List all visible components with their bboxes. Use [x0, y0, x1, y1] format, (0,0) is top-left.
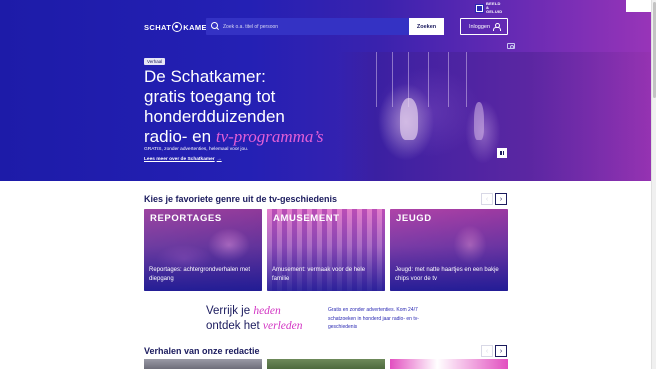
hero-title-line: honderdduizenden: [144, 107, 285, 126]
genre-card-jeugd[interactable]: JEUGD Jeugd: met natte haartjes en een b…: [390, 209, 508, 291]
hero-subtitle: GRATIS, zonder advertenties, helemaal vo…: [144, 147, 249, 152]
story-card[interactable]: [267, 359, 385, 369]
card-description: Reportages: achtergrondverhalen met diep…: [149, 267, 251, 282]
arrow-right-icon: →: [216, 156, 222, 162]
promo-description: Gratis en zonder advertenties. Kom 24/7 …: [328, 307, 419, 330]
card-tag: REPORTAGES: [150, 213, 222, 224]
read-more-link[interactable]: Lees meer over de Schatkamer →: [144, 156, 222, 162]
story-card[interactable]: [390, 359, 508, 369]
hero-title-line: gratis toegang tot: [144, 87, 276, 106]
pause-button[interactable]: [497, 148, 507, 158]
promo-accent: heden: [253, 305, 281, 317]
genres-carousel-nav: ‹ ›: [481, 193, 507, 205]
chevron-right-icon: ›: [499, 195, 503, 203]
category-badge: Verhaal: [144, 58, 166, 65]
hero-title: De Schatkamer: gratis toegang tot honder…: [144, 67, 354, 147]
login-label: Inloggen: [468, 23, 491, 30]
hero-title-line: De Schatkamer:: [144, 67, 266, 86]
carousel-next-button[interactable]: ›: [495, 193, 507, 205]
genres-heading: Kies je favoriete genre uit de tv-geschi…: [144, 194, 338, 204]
genre-card-reportages[interactable]: REPORTAGES Reportages: achtergrondverhal…: [144, 209, 262, 291]
page-scrollbar[interactable]: [651, 0, 656, 369]
stories-carousel-nav: ‹ ›: [481, 345, 507, 357]
promo-heading: Verrijk je heden ontdek het verleden: [206, 304, 303, 334]
story-card[interactable]: [144, 359, 262, 369]
pause-icon: [502, 151, 504, 155]
dancer-figure: [400, 98, 418, 140]
user-icon: [493, 23, 502, 31]
card-description: Jeugd: met natte haartjes en een bakje c…: [395, 267, 499, 282]
card-tag: AMUSEMENT: [273, 213, 340, 224]
carousel-prev-button[interactable]: ‹: [481, 345, 493, 357]
pause-icon: [500, 151, 502, 155]
search-input[interactable]: [223, 23, 409, 30]
search-bar: Zoeken: [206, 18, 444, 35]
brand-text-left: SCHAT: [144, 22, 172, 32]
card-tag: JEUGD: [396, 213, 432, 224]
dancer-figure: [474, 102, 484, 140]
carousel-next-button[interactable]: ›: [495, 345, 507, 357]
genre-card-amusement[interactable]: AMUSEMENT Amusement: vermaak voor de hel…: [267, 209, 385, 291]
story-cards: [144, 359, 508, 369]
login-button[interactable]: Inloggen: [460, 18, 508, 35]
beeld-en-geluid-text: BEELD & GELUID: [486, 1, 503, 14]
beeld-en-geluid-logo[interactable]: BEELD & GELUID: [475, 1, 504, 14]
search-button[interactable]: Zoeken: [409, 18, 444, 35]
brand-o-icon: [172, 22, 183, 32]
chevron-left-icon: ‹: [485, 195, 489, 203]
stage-rigging: [370, 52, 480, 112]
chevron-left-icon: ‹: [485, 347, 489, 355]
hero-title-accent: tv-programma’s: [215, 127, 324, 146]
promo-line-text: Verrijk je: [206, 305, 251, 317]
chevron-right-icon: ›: [499, 347, 503, 355]
promo-accent: verleden: [262, 320, 303, 332]
carousel-prev-button[interactable]: ‹: [481, 193, 493, 205]
search-icon: [211, 22, 220, 31]
read-more-label: Lees meer over de Schatkamer: [144, 156, 215, 162]
genre-cards: REPORTAGES Reportages: achtergrondverhal…: [144, 209, 508, 291]
beeld-en-geluid-mark-icon: [475, 3, 484, 13]
schatkamer-logo[interactable]: SCHAT KAMER: [144, 22, 213, 32]
stories-heading: Verhalen van onze redactie: [144, 346, 260, 356]
hero-title-line: radio- en: [144, 127, 212, 146]
hero-banner: SCHAT KAMER Zoeken Inloggen Verhaal De S…: [0, 0, 656, 181]
camera-icon[interactable]: [507, 43, 515, 49]
card-description: Amusement: vermaak voor de hele familie: [272, 267, 366, 282]
promo-line-text: ontdek het: [206, 320, 260, 332]
